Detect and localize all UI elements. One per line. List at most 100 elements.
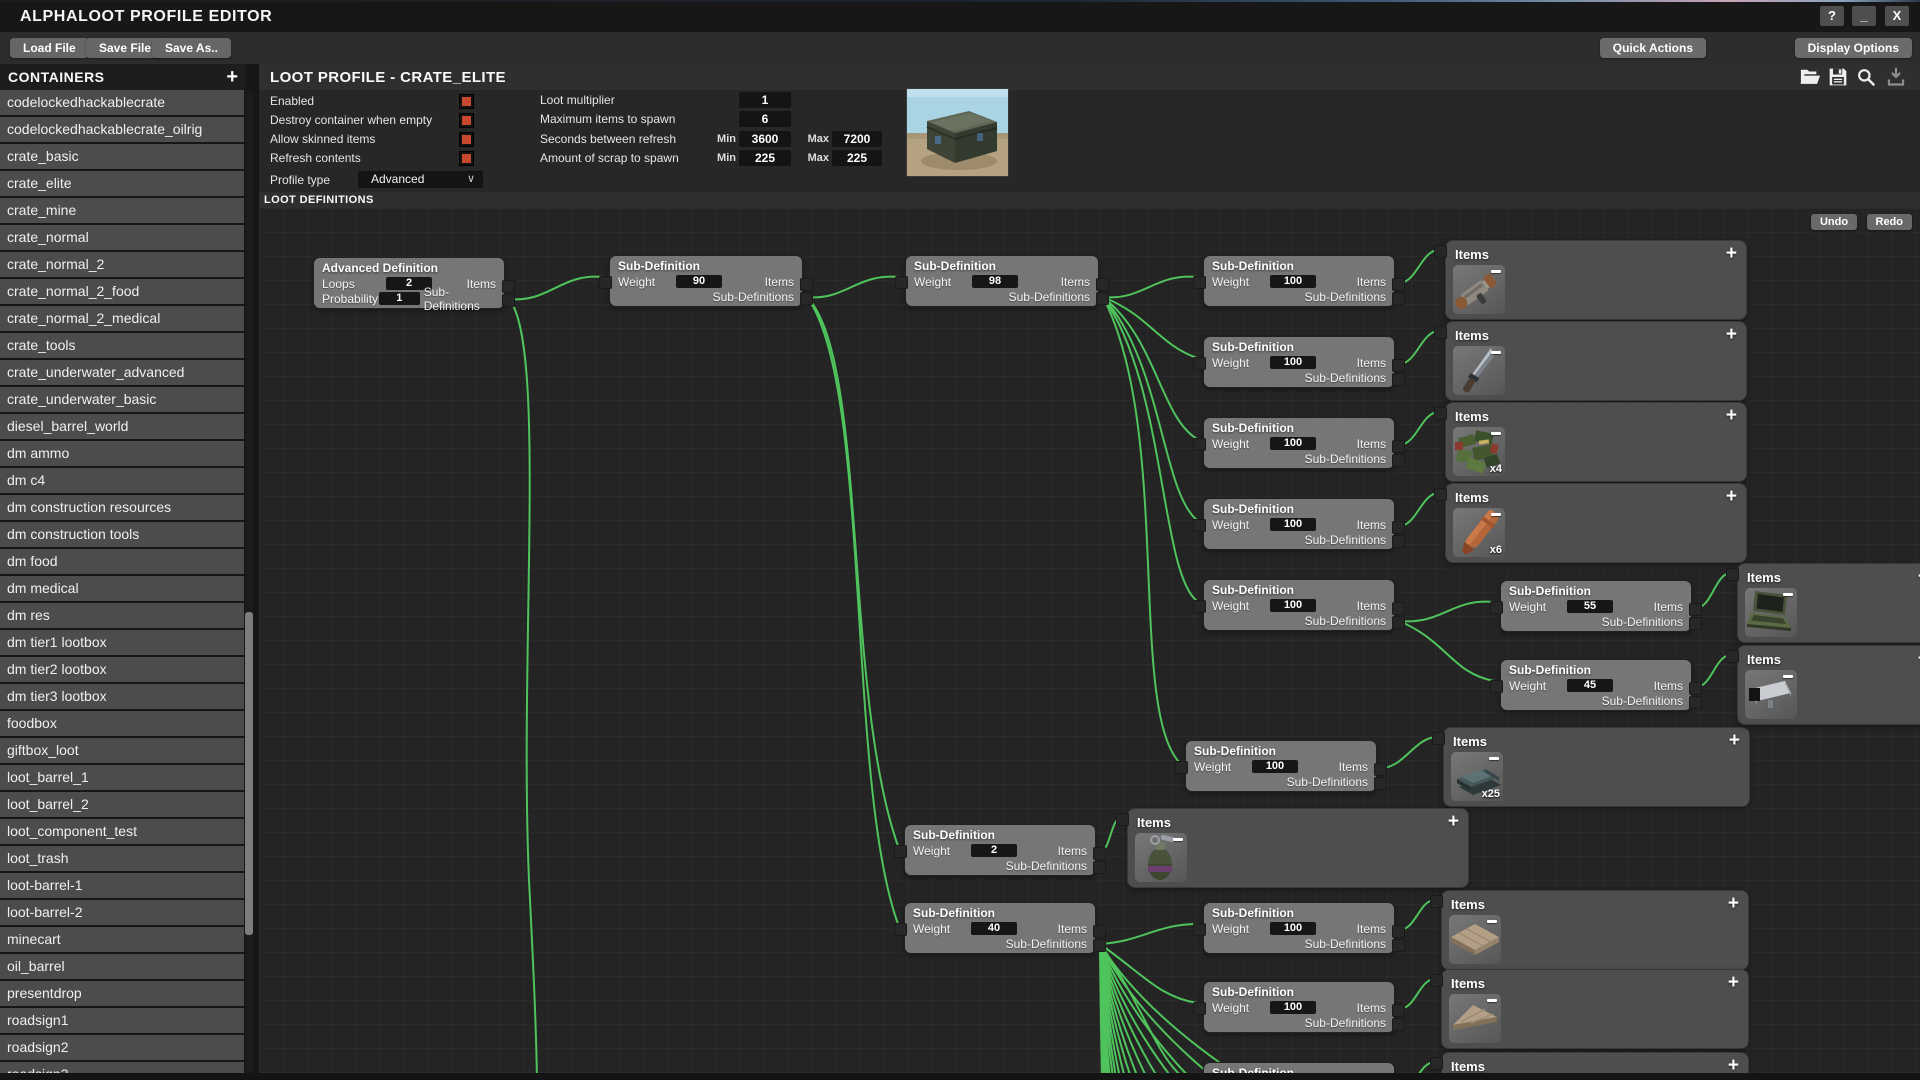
refresh-seconds-min-input[interactable]: 3600	[739, 131, 791, 147]
enabled-checkbox[interactable]	[459, 93, 474, 109]
weight-input[interactable]: 40	[971, 922, 1017, 935]
weight-input[interactable]: 100	[1270, 922, 1316, 935]
input-port[interactable]	[1193, 600, 1206, 613]
destroy-when-empty-checkbox[interactable]	[459, 112, 474, 128]
sidebar-scrollbar[interactable]	[245, 90, 253, 1080]
container-list-item[interactable]: codelockedhackablecrate	[0, 90, 244, 115]
remove-item-icon[interactable]	[1491, 513, 1501, 516]
quick-actions-button[interactable]: Quick Actions	[1599, 38, 1706, 58]
items-output-port[interactable]	[1392, 359, 1405, 372]
item-thumbnail[interactable]	[1449, 915, 1501, 964]
subdefs-output-port[interactable]	[1392, 535, 1405, 548]
weight-input[interactable]: 90	[676, 275, 722, 288]
items-output-port[interactable]	[1392, 925, 1405, 938]
subdefs-output-port[interactable]	[1392, 616, 1405, 629]
items-output-port[interactable]	[502, 280, 515, 293]
allow-skinned-checkbox[interactable]	[459, 131, 474, 147]
add-item-button[interactable]: +	[1728, 1056, 1739, 1075]
item-thumbnail[interactable]: x25	[1451, 752, 1503, 801]
container-list-item[interactable]: codelockedhackablecrate_oilrig	[0, 117, 244, 142]
container-list-item[interactable]: loot-barrel-2	[0, 900, 244, 925]
item-thumbnail[interactable]: x4	[1453, 427, 1505, 476]
remove-item-icon[interactable]	[1489, 757, 1499, 760]
sub-definition-node[interactable]: Sub-Definition Weight 40 Items Sub-Definitio…	[894, 902, 1106, 954]
container-list-item[interactable]: crate_basic	[0, 144, 244, 169]
input-port[interactable]	[1193, 357, 1206, 370]
item-thumbnail[interactable]	[1449, 994, 1501, 1043]
items-output-port[interactable]	[1093, 847, 1106, 860]
items-output-port[interactable]	[1689, 682, 1702, 695]
panel-input-port[interactable]	[1430, 974, 1443, 987]
subdefs-output-port[interactable]	[1689, 696, 1702, 709]
sub-definition-node[interactable]: Sub-Definition Weight 100 Items Sub-Definiti…	[1175, 740, 1387, 792]
input-port[interactable]	[1193, 1002, 1206, 1015]
items-output-port[interactable]	[1374, 763, 1387, 776]
panel-input-port[interactable]	[1116, 813, 1129, 826]
add-item-button[interactable]: +	[1726, 406, 1737, 425]
weight-input[interactable]: 2	[971, 844, 1017, 857]
container-list-item[interactable]: crate_normal_2_medical	[0, 306, 244, 331]
items-panel[interactable]: Items+	[1430, 890, 1749, 970]
panel-input-port[interactable]	[1726, 650, 1739, 663]
scrap-max-input[interactable]: 225	[832, 150, 882, 166]
container-list-item[interactable]: crate_tools	[0, 333, 244, 358]
redo-button[interactable]: Redo	[1866, 214, 1912, 230]
sub-definition-node[interactable]: Sub-Definition Weight 100 Items Sub-Definiti…	[1193, 498, 1405, 550]
items-output-port[interactable]	[1093, 925, 1106, 938]
load-file-button[interactable]: Load File	[10, 38, 89, 58]
loot-multiplier-input[interactable]: 1	[739, 92, 791, 108]
container-list-item[interactable]: crate_underwater_basic	[0, 387, 244, 412]
add-item-button[interactable]: +	[1728, 894, 1739, 913]
sub-definition-node[interactable]: Sub-Definition Weight 2 Items Sub-Definition…	[894, 824, 1106, 876]
container-list-item[interactable]: dm construction tools	[0, 522, 244, 547]
probability-input[interactable]: 1	[378, 292, 420, 305]
remove-item-icon[interactable]	[1491, 270, 1501, 273]
undo-button[interactable]: Undo	[1810, 214, 1858, 230]
weight-input[interactable]: 100	[1270, 1001, 1316, 1014]
container-list-item[interactable]: diesel_barrel_world	[0, 414, 244, 439]
container-list-item[interactable]: dm c4	[0, 468, 244, 493]
panel-input-port[interactable]	[1434, 326, 1447, 339]
subdefs-output-port[interactable]	[1093, 939, 1106, 952]
minimize-button[interactable]: _	[1852, 6, 1876, 26]
container-list-item[interactable]: dm res	[0, 603, 244, 628]
remove-item-icon[interactable]	[1173, 838, 1183, 841]
save-icon[interactable]	[1828, 67, 1852, 87]
remove-item-icon[interactable]	[1783, 593, 1793, 596]
input-port[interactable]	[1193, 519, 1206, 532]
container-list-item[interactable]: roadsign2	[0, 1035, 244, 1060]
items-output-port[interactable]	[1392, 602, 1405, 615]
weight-input[interactable]: 100	[1270, 437, 1316, 450]
items-output-port[interactable]	[1392, 278, 1405, 291]
container-list-item[interactable]: roadsign1	[0, 1008, 244, 1033]
sub-definition-node[interactable]: Sub-Definition Weight 55 Items Sub-Definitio…	[1490, 580, 1702, 632]
weight-input[interactable]: 100	[1270, 356, 1316, 369]
add-item-button[interactable]: +	[1729, 731, 1740, 750]
container-list-item[interactable]: crate_underwater_advanced	[0, 360, 244, 385]
panel-input-port[interactable]	[1434, 407, 1447, 420]
items-panel[interactable]: Items+	[1434, 240, 1747, 320]
add-item-button[interactable]: +	[1728, 973, 1739, 992]
advanced-definition-node[interactable]: Advanced Definition Loops 2 Items Probabilit…	[313, 257, 515, 313]
remove-item-icon[interactable]	[1491, 432, 1501, 435]
input-port[interactable]	[1490, 601, 1503, 614]
remove-item-icon[interactable]	[1487, 920, 1497, 923]
display-options-button[interactable]: Display Options	[1794, 38, 1912, 58]
subdefs-output-port[interactable]	[1392, 454, 1405, 467]
items-panel[interactable]: Items+	[1726, 645, 1920, 725]
input-port[interactable]	[599, 276, 612, 289]
container-list-item[interactable]: dm medical	[0, 576, 244, 601]
sub-definition-node[interactable]: Sub-Definition Weight 100 Items Sub-Definiti…	[1193, 255, 1405, 307]
weight-input[interactable]: 55	[1567, 600, 1613, 613]
remove-item-icon[interactable]	[1783, 675, 1793, 678]
subdefs-output-port[interactable]	[502, 294, 515, 307]
input-port[interactable]	[895, 276, 908, 289]
add-item-button[interactable]: +	[1448, 812, 1459, 831]
container-list-item[interactable]: presentdrop	[0, 981, 244, 1006]
container-list-item[interactable]: oil_barrel	[0, 954, 244, 979]
subdefs-output-port[interactable]	[1392, 292, 1405, 305]
sub-definition-node[interactable]: Sub-Definition Weight 98 Items Sub-Definitio…	[895, 255, 1109, 307]
sub-definition-node[interactable]: Sub-Definition Weight 45 Items Sub-Definitio…	[1490, 659, 1702, 711]
subdefs-output-port[interactable]	[1392, 939, 1405, 952]
container-list-item[interactable]: dm ammo	[0, 441, 244, 466]
